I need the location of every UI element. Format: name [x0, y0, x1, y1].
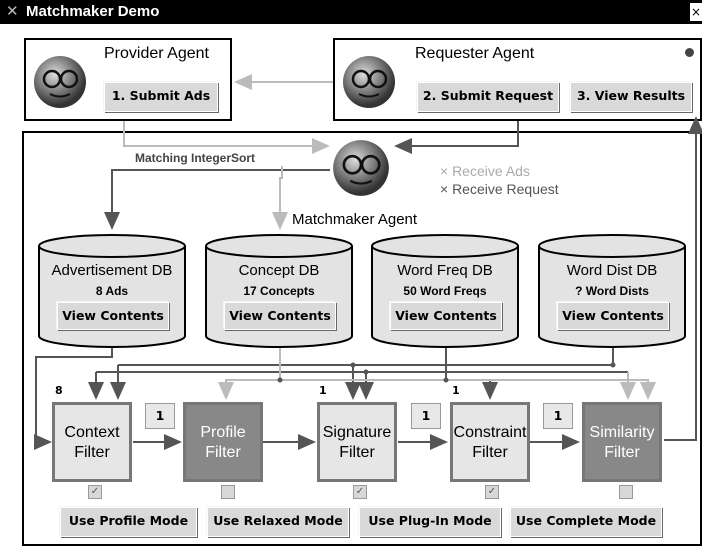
constraint-filter[interactable]: Constraint Filter: [450, 402, 530, 482]
view-contents-button[interactable]: View Contents: [224, 302, 336, 330]
use-profile-mode-button[interactable]: Use Profile Mode: [60, 507, 197, 537]
db-name: Word Dist DB: [566, 262, 658, 279]
receive-request-label: × Receive Request: [440, 181, 559, 197]
db-count: ? Word Dists: [575, 284, 649, 298]
matching-label: Matching IntegerSort: [135, 151, 256, 165]
concept-db: Concept DB 17 Concepts View Contents: [204, 234, 354, 369]
checkmark-icon[interactable]: ✓: [88, 485, 102, 499]
view-contents-button[interactable]: View Contents: [390, 302, 502, 330]
filter-count: 1: [452, 384, 460, 397]
pass-count: 1: [145, 403, 175, 429]
filter-count: 1: [319, 384, 327, 397]
filter-line1: Profile: [200, 424, 246, 441]
db-name: Word Freq DB: [397, 262, 493, 279]
profile-filter[interactable]: Profile Filter: [183, 402, 263, 482]
use-plug-in-mode-button[interactable]: Use Plug-In Mode: [359, 507, 501, 537]
use-relaxed-mode-button[interactable]: Use Relaxed Mode: [207, 507, 349, 537]
db-count: 17 Concepts: [243, 284, 315, 298]
similarity-filter[interactable]: Similarity Filter: [582, 402, 662, 482]
filter-line2: Filter: [472, 444, 508, 461]
filter-toggle-checkbox[interactable]: [221, 485, 235, 499]
filter-line2: Filter: [74, 444, 110, 461]
filter-line2: Filter: [604, 444, 640, 461]
db-count: 8 Ads: [95, 284, 129, 298]
filter-line2: Filter: [205, 444, 241, 461]
pass-count: 1: [543, 403, 573, 429]
db-name: Advertisement DB: [51, 262, 173, 279]
checkmark-icon[interactable]: ✓: [353, 485, 367, 499]
filter-line1: Constraint: [453, 424, 527, 441]
context-filter[interactable]: Context Filter: [52, 402, 132, 482]
pass-count: 1: [411, 403, 441, 429]
signature-filter[interactable]: Signature Filter: [317, 402, 397, 482]
filter-toggle-checkbox[interactable]: [619, 485, 633, 499]
filter-line2: Filter: [339, 444, 375, 461]
use-complete-mode-button[interactable]: Use Complete Mode: [510, 507, 662, 537]
word-dist-db: Word Dist DB ? Word Dists View Contents: [537, 234, 687, 369]
view-contents-button[interactable]: View Contents: [557, 302, 669, 330]
filter-line1: Signature: [322, 424, 392, 441]
filter-count: 8: [55, 384, 63, 397]
agent-face-icon: [333, 140, 389, 196]
view-contents-button[interactable]: View Contents: [57, 302, 169, 330]
db-name: Concept DB: [238, 262, 320, 279]
db-count: 50 Word Freqs: [403, 284, 487, 298]
matchmaker-title: Matchmaker Agent: [292, 211, 418, 228]
word-freq-db: Word Freq DB 50 Word Freqs View Contents: [370, 234, 520, 369]
checkmark-icon[interactable]: ✓: [485, 485, 499, 499]
filter-line1: Context: [64, 424, 120, 441]
advertisement-db: Advertisement DB 8 Ads View Contents: [37, 234, 187, 369]
filter-line1: Similarity: [589, 424, 655, 441]
receive-ads-label: × Receive Ads: [440, 163, 530, 179]
